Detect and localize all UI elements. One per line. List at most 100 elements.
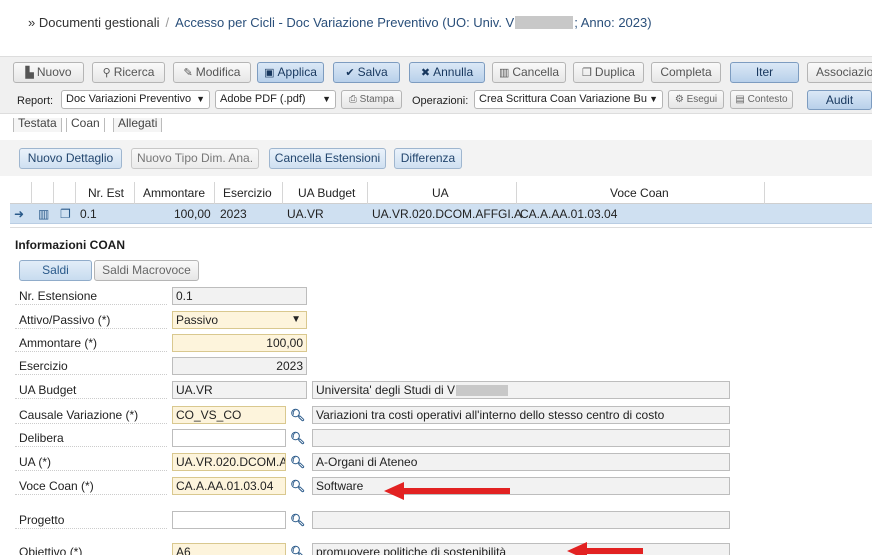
save-cancel-icon: ✖: [420, 67, 431, 79]
search-icon[interactable]: 🔍︎: [290, 431, 305, 445]
cell-voce-coan: CA.A.AA.01.03.04: [520, 207, 618, 221]
chevron-down-icon: ▼: [291, 314, 301, 325]
iter-button[interactable]: Iter: [730, 62, 799, 83]
cell-nr-est: 0.1: [80, 207, 97, 221]
progetto-description: [312, 511, 730, 529]
table-row[interactable]: ➜ ▥ ❐ 0.1 100,00 2023 UA.VR UA.VR.020.DC…: [10, 204, 872, 224]
progetto-field[interactable]: [172, 511, 286, 529]
column-header[interactable]: Ammontare: [143, 182, 205, 204]
tab-testata[interactable]: Testata: [13, 118, 62, 132]
report-label: Report:: [17, 95, 54, 107]
column-header[interactable]: UA Budget: [298, 182, 355, 204]
column-header[interactable]: UA: [432, 182, 449, 204]
voce-coan-description: Software: [312, 477, 730, 495]
search-icon[interactable]: 🔍︎: [290, 545, 305, 555]
search-icon[interactable]: 🔍︎: [290, 408, 305, 422]
obiettivo-label: Obiettivo (*): [19, 545, 83, 555]
column-divider: [75, 182, 76, 204]
tab-saldi-macrovoce[interactable]: Saldi Macrovoce: [94, 260, 199, 281]
nr-estensione-label: Nr. Estensione: [19, 289, 98, 303]
arrow-right-icon[interactable]: ➜: [14, 204, 24, 224]
column-header[interactable]: Voce Coan: [610, 182, 669, 204]
complete-button[interactable]: Completa: [651, 62, 721, 83]
execute-button[interactable]: ⚙ Esegui: [668, 90, 724, 109]
copy-icon: ❐: [582, 67, 592, 79]
cell-esercizio: 2023: [220, 207, 247, 221]
new-button[interactable]: ▙ Nuovo: [13, 62, 84, 83]
printer-icon: ⎙: [348, 94, 360, 105]
new-dimension-type-button[interactable]: Nuovo Tipo Dim. Ana.: [131, 148, 259, 169]
copy-icon[interactable]: ❐: [60, 204, 71, 224]
cancel-extensions-button[interactable]: Cancella Estensioni: [269, 148, 386, 169]
field-separator: [15, 328, 167, 329]
cancel-edit-button[interactable]: ✖ Annulla: [409, 62, 485, 83]
ammontare-field[interactable]: 100,00: [172, 334, 307, 352]
cell-ammontare: 100,00: [174, 207, 211, 221]
esercizio-field: 2023: [172, 357, 307, 375]
coan-grid: Nr. Est Ammontare Esercizio UA Budget UA…: [10, 182, 872, 224]
breadcrumb-current-end: ; Anno: 2023): [574, 15, 652, 30]
edit-button[interactable]: ✎ Modifica: [173, 62, 251, 83]
tab-allegati[interactable]: Allegati: [113, 118, 163, 132]
annotation-arrow: [567, 542, 643, 555]
voce-coan-label: Voce Coan (*): [19, 479, 94, 493]
gear-icon: ⚙: [674, 94, 687, 105]
pencil-icon: ✎: [183, 67, 193, 79]
trash-icon[interactable]: ▥: [38, 204, 49, 224]
detail-action-bar: Nuovo Dettaglio Nuovo Tipo Dim. Ana. Can…: [0, 140, 872, 176]
delibera-label: Delibera: [19, 431, 64, 445]
delete-button[interactable]: ▥ Cancella: [492, 62, 566, 83]
search-icon[interactable]: 🔍︎: [290, 455, 305, 469]
breadcrumb-current: Accesso per Cicli - Doc Variazione Preve…: [175, 15, 515, 30]
audit-button[interactable]: Audit: [807, 90, 872, 110]
causale-variazione-description: Variazioni tra costi operativi all'inter…: [312, 406, 730, 424]
breadcrumb-root[interactable]: » Documenti gestionali: [28, 15, 160, 30]
context-button[interactable]: ▤ Contesto: [730, 90, 793, 109]
coan-info-panel: Informazioni COAN Saldi Saldi Macrovoce …: [10, 227, 872, 555]
difference-button[interactable]: Differenza: [394, 148, 462, 169]
attivo-passivo-select[interactable]: Passivo ▼: [172, 311, 307, 329]
field-separator: [15, 374, 167, 375]
field-separator: [15, 304, 167, 305]
search-icon[interactable]: 🔍︎: [290, 513, 305, 527]
search-button[interactable]: ⚲ Ricerca: [92, 62, 165, 83]
column-header[interactable]: Esercizio: [223, 182, 272, 204]
field-separator: [15, 446, 167, 447]
ua-budget-description: Universita' degli Studi di V: [312, 381, 730, 399]
report-select[interactable]: Doc Variazioni Preventivo ▼: [61, 90, 210, 109]
column-divider: [31, 182, 32, 204]
column-divider: [516, 182, 517, 204]
new-detail-button[interactable]: Nuovo Dettaglio: [19, 148, 122, 169]
column-divider: [367, 182, 368, 204]
obiettivo-field[interactable]: A6: [172, 543, 286, 555]
delibera-field[interactable]: [172, 429, 286, 447]
toolbar: ▙ Nuovo ⚲ Ricerca ✎ Modifica ▣ Applica ✔ Salv…: [0, 56, 872, 114]
progetto-label: Progetto: [19, 513, 65, 527]
chevron-down-icon: ▼: [322, 94, 331, 104]
search-icon[interactable]: 🔍︎: [290, 479, 305, 493]
duplicate-button[interactable]: ❐ Duplica: [573, 62, 644, 83]
association-button[interactable]: Associazio: [807, 62, 872, 83]
format-select[interactable]: Adobe PDF (.pdf) ▼: [215, 90, 336, 109]
document-icon: ▙: [25, 67, 34, 79]
tab-saldi[interactable]: Saldi: [19, 260, 92, 281]
breadcrumb: » Documenti gestionali / Accesso per Cicli…: [28, 15, 652, 30]
annotation-arrow: [384, 482, 510, 500]
voce-coan-field[interactable]: CA.A.AA.01.03.04: [172, 477, 286, 495]
causale-variazione-field[interactable]: CO_VS_CO: [172, 406, 286, 424]
print-button[interactable]: ⎙ Stampa: [341, 90, 402, 109]
ua-description: A-Organi di Ateneo: [312, 453, 730, 471]
column-header[interactable]: Nr. Est: [88, 182, 124, 204]
tab-coan[interactable]: Coan: [66, 118, 105, 132]
save-button[interactable]: ✔ Salva: [333, 62, 400, 83]
column-divider: [214, 182, 215, 204]
field-separator: [15, 351, 167, 352]
ua-field[interactable]: UA.VR.020.DCOM.AF: [172, 453, 286, 471]
field-separator: [15, 494, 167, 495]
operations-select[interactable]: Crea Scrittura Coan Variazione Bu ▼: [474, 90, 663, 109]
ua-budget-label: UA Budget: [19, 383, 77, 397]
nr-estensione-field: 0.1: [172, 287, 307, 305]
apply-button[interactable]: ▣ Applica: [257, 62, 324, 83]
search-icon: ⚲: [102, 67, 111, 79]
save-check-icon: ✔: [345, 67, 355, 79]
